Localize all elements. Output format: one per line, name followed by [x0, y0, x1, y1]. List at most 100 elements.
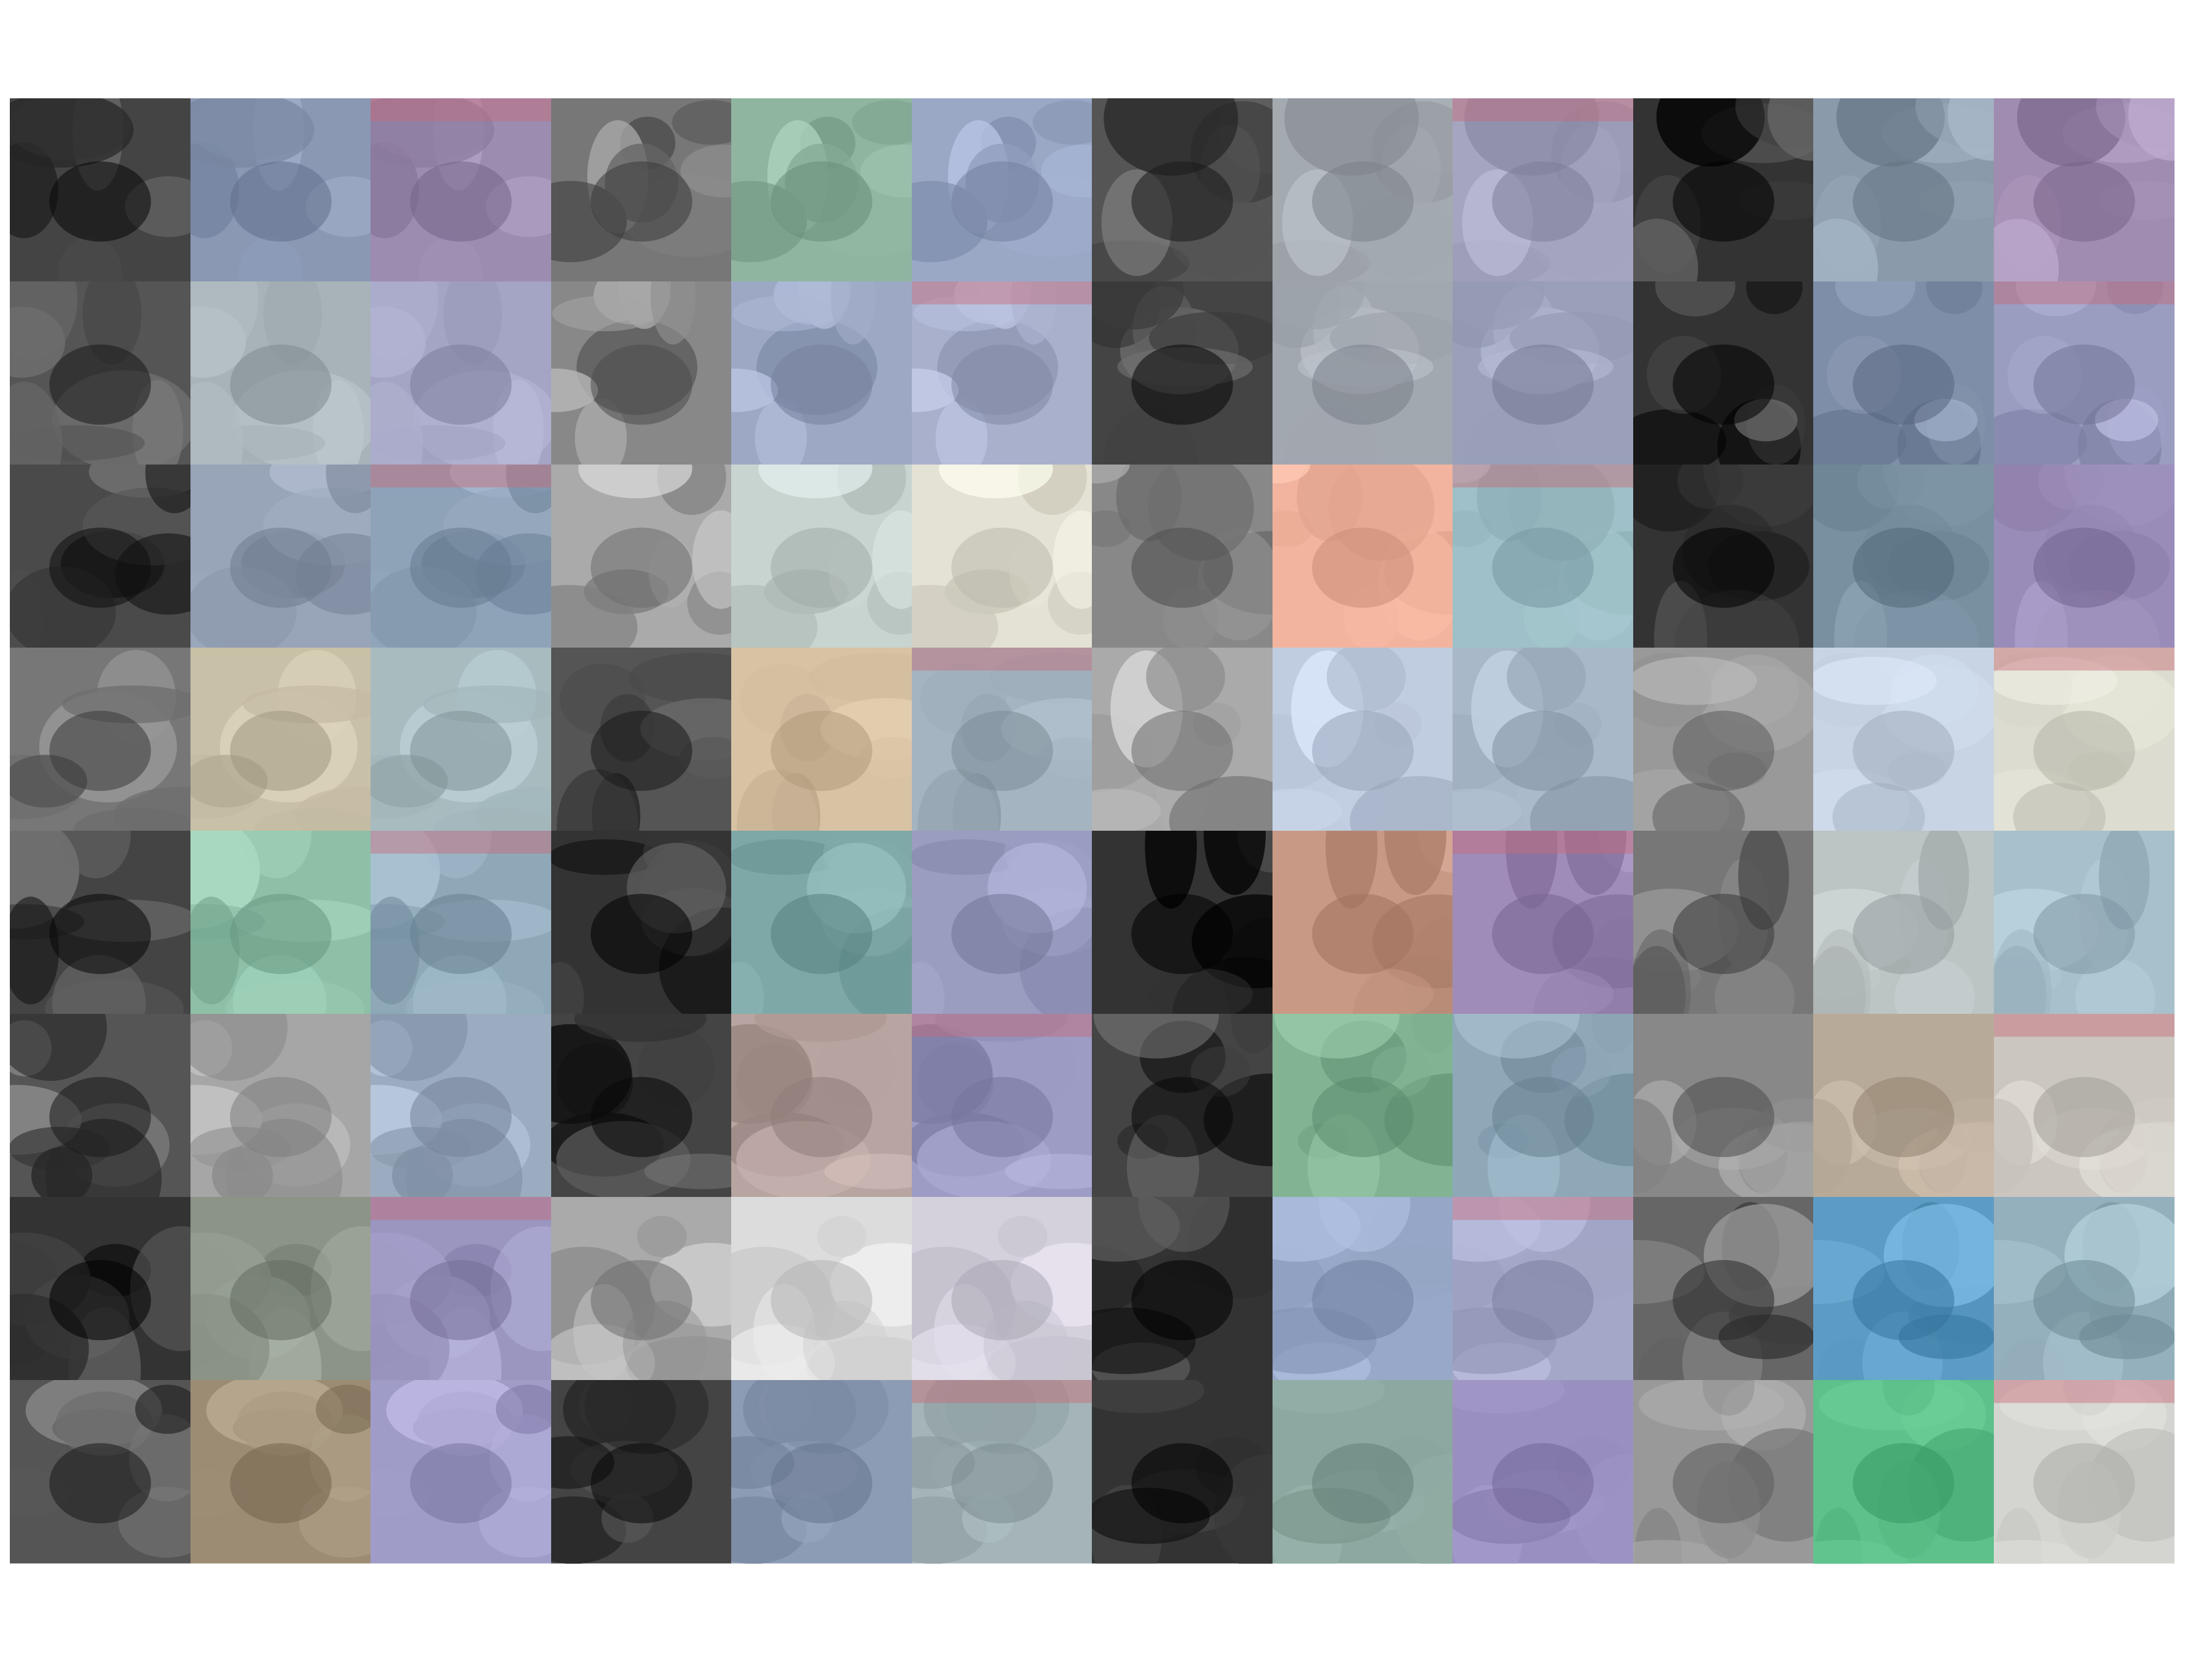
tile-subject-bird — [771, 893, 873, 975]
tile-dog-colorized-alt — [1453, 648, 1633, 831]
tile-artifact-stripe — [371, 465, 551, 488]
tile-subject-bird — [951, 344, 1053, 425]
tile-image — [1813, 465, 1994, 648]
tile-subject-ship — [410, 710, 512, 791]
tile-dog-colorized-output — [1272, 648, 1453, 831]
tile-subject-ship — [771, 710, 873, 791]
tile-artifact-stripe — [1453, 465, 1633, 488]
tile-subject-ship — [590, 1443, 692, 1524]
tile-image — [1633, 98, 1814, 282]
tile-dog-grayscale-input — [1092, 648, 1273, 831]
tile-image — [731, 648, 912, 831]
tile-ship-grayscale-input — [551, 465, 732, 648]
tile-subject-ship — [590, 710, 692, 791]
tile-subject-dog — [1492, 710, 1594, 791]
tile-bird-colorized-alt — [911, 281, 1092, 465]
tile-image — [190, 281, 371, 465]
tile-car-grayscale-input — [551, 1014, 732, 1198]
tile-image — [731, 831, 912, 1014]
tile-bird-colorized-output — [731, 98, 912, 282]
tile-truck-colorized-alt — [1453, 98, 1633, 282]
tile-horse-grayscale-input — [1633, 1197, 1814, 1381]
tile-subject-car — [951, 1077, 1053, 1158]
tile-truck-colorized-alt — [1453, 831, 1633, 1014]
tile-image — [1813, 281, 1994, 465]
tile-image — [1092, 648, 1273, 831]
tile-cat-grayscale-input — [10, 1380, 190, 1564]
tile-image — [731, 1380, 912, 1564]
tile-truck-colorized-alt — [1453, 281, 1633, 465]
tile-image — [1993, 98, 2175, 282]
tile-image — [1813, 98, 1994, 282]
tile-subject-cat — [1131, 1443, 1233, 1524]
tile-artifact-stripe — [371, 831, 551, 854]
tile-frog-colorized-output — [1813, 1380, 1994, 1564]
tile-horse-grayscale-input — [10, 465, 190, 648]
tile-subject-airplane — [1492, 527, 1594, 608]
tile-truck-grayscale-input — [1092, 98, 1273, 282]
tile-subject-truck — [2033, 161, 2135, 242]
tile-image — [1633, 648, 1814, 831]
tile-image — [551, 1197, 732, 1381]
tile-subject-bird — [590, 161, 692, 242]
tile-subject-ship — [1672, 893, 1775, 975]
tile-image — [1092, 831, 1273, 1014]
tile-container — [10, 98, 2175, 1564]
tile-image — [190, 1197, 371, 1381]
tile-subject-deer — [229, 893, 332, 975]
tile-dog-colorized-output — [1813, 648, 1994, 831]
tile-deer-colorized-output — [190, 831, 371, 1014]
tile-ship-colorized-alt — [1993, 831, 2175, 1014]
tile-image — [1993, 1197, 2175, 1381]
tile-cat-grayscale-input — [1092, 1380, 1273, 1564]
tile-bird-colorized-alt — [911, 98, 1092, 282]
tile-subject-car — [951, 1260, 1053, 1341]
tile-subject-frog — [410, 161, 512, 242]
tile-car-colorized-output — [731, 1197, 912, 1381]
tile-subject-dog — [1672, 710, 1775, 791]
tile-image — [1993, 1014, 2175, 1198]
tile-image — [731, 281, 912, 465]
tile-image — [1092, 1014, 1273, 1198]
tile-frog-colorized-output — [190, 98, 371, 282]
tile-subject-horse — [410, 527, 512, 608]
tile-subject-car — [590, 1077, 692, 1158]
tile-subject-cat — [410, 344, 512, 425]
tile-image — [551, 281, 732, 465]
tile-cat-colorized-alt — [1453, 1380, 1633, 1564]
tile-ship-grayscale-input — [551, 648, 732, 831]
tile-artifact-stripe — [911, 648, 1092, 671]
tile-truck-colorized-output — [1813, 281, 1994, 465]
tile-image — [551, 1014, 732, 1198]
tile-image — [911, 1014, 1092, 1198]
tile-frog-colorized-output — [1813, 465, 1994, 648]
tile-image — [10, 1197, 190, 1381]
tile-blotch — [637, 1215, 686, 1257]
tile-image — [1993, 831, 2175, 1014]
tile-airplane-colorized-output — [1272, 465, 1453, 648]
tile-subject-cat — [49, 1260, 151, 1341]
tile-subject-truck — [1853, 161, 1955, 242]
tile-subject-truck — [1492, 161, 1594, 242]
tile-subject-cat — [229, 344, 332, 425]
tile-blotch — [817, 1215, 867, 1257]
tile-image — [1453, 1197, 1633, 1381]
tile-horse-colorized-output — [190, 465, 371, 648]
tile-subject-truck — [1492, 344, 1594, 425]
tile-image — [1813, 831, 1994, 1014]
tile-subject-car — [771, 1260, 873, 1341]
tile-subject-bird — [410, 1077, 512, 1158]
tile-frog-colorized-output — [1272, 1014, 1453, 1198]
tile-truck-colorized-output — [1272, 831, 1453, 1014]
tile-subject-horse — [1853, 1260, 1955, 1341]
tile-cat-colorized-alt — [371, 1197, 551, 1381]
tile-image — [1813, 1380, 1994, 1564]
tile-airplane-colorized-output — [1813, 1014, 1994, 1198]
tile-image — [551, 831, 732, 1014]
tile-blotch — [732, 296, 837, 332]
tile-image — [10, 98, 190, 282]
tile-truck-colorized-output — [1272, 98, 1453, 282]
tile-image — [10, 281, 190, 465]
tile-frog-grayscale-input — [1092, 1014, 1273, 1198]
tile-cat-colorized-alt — [371, 1380, 551, 1564]
